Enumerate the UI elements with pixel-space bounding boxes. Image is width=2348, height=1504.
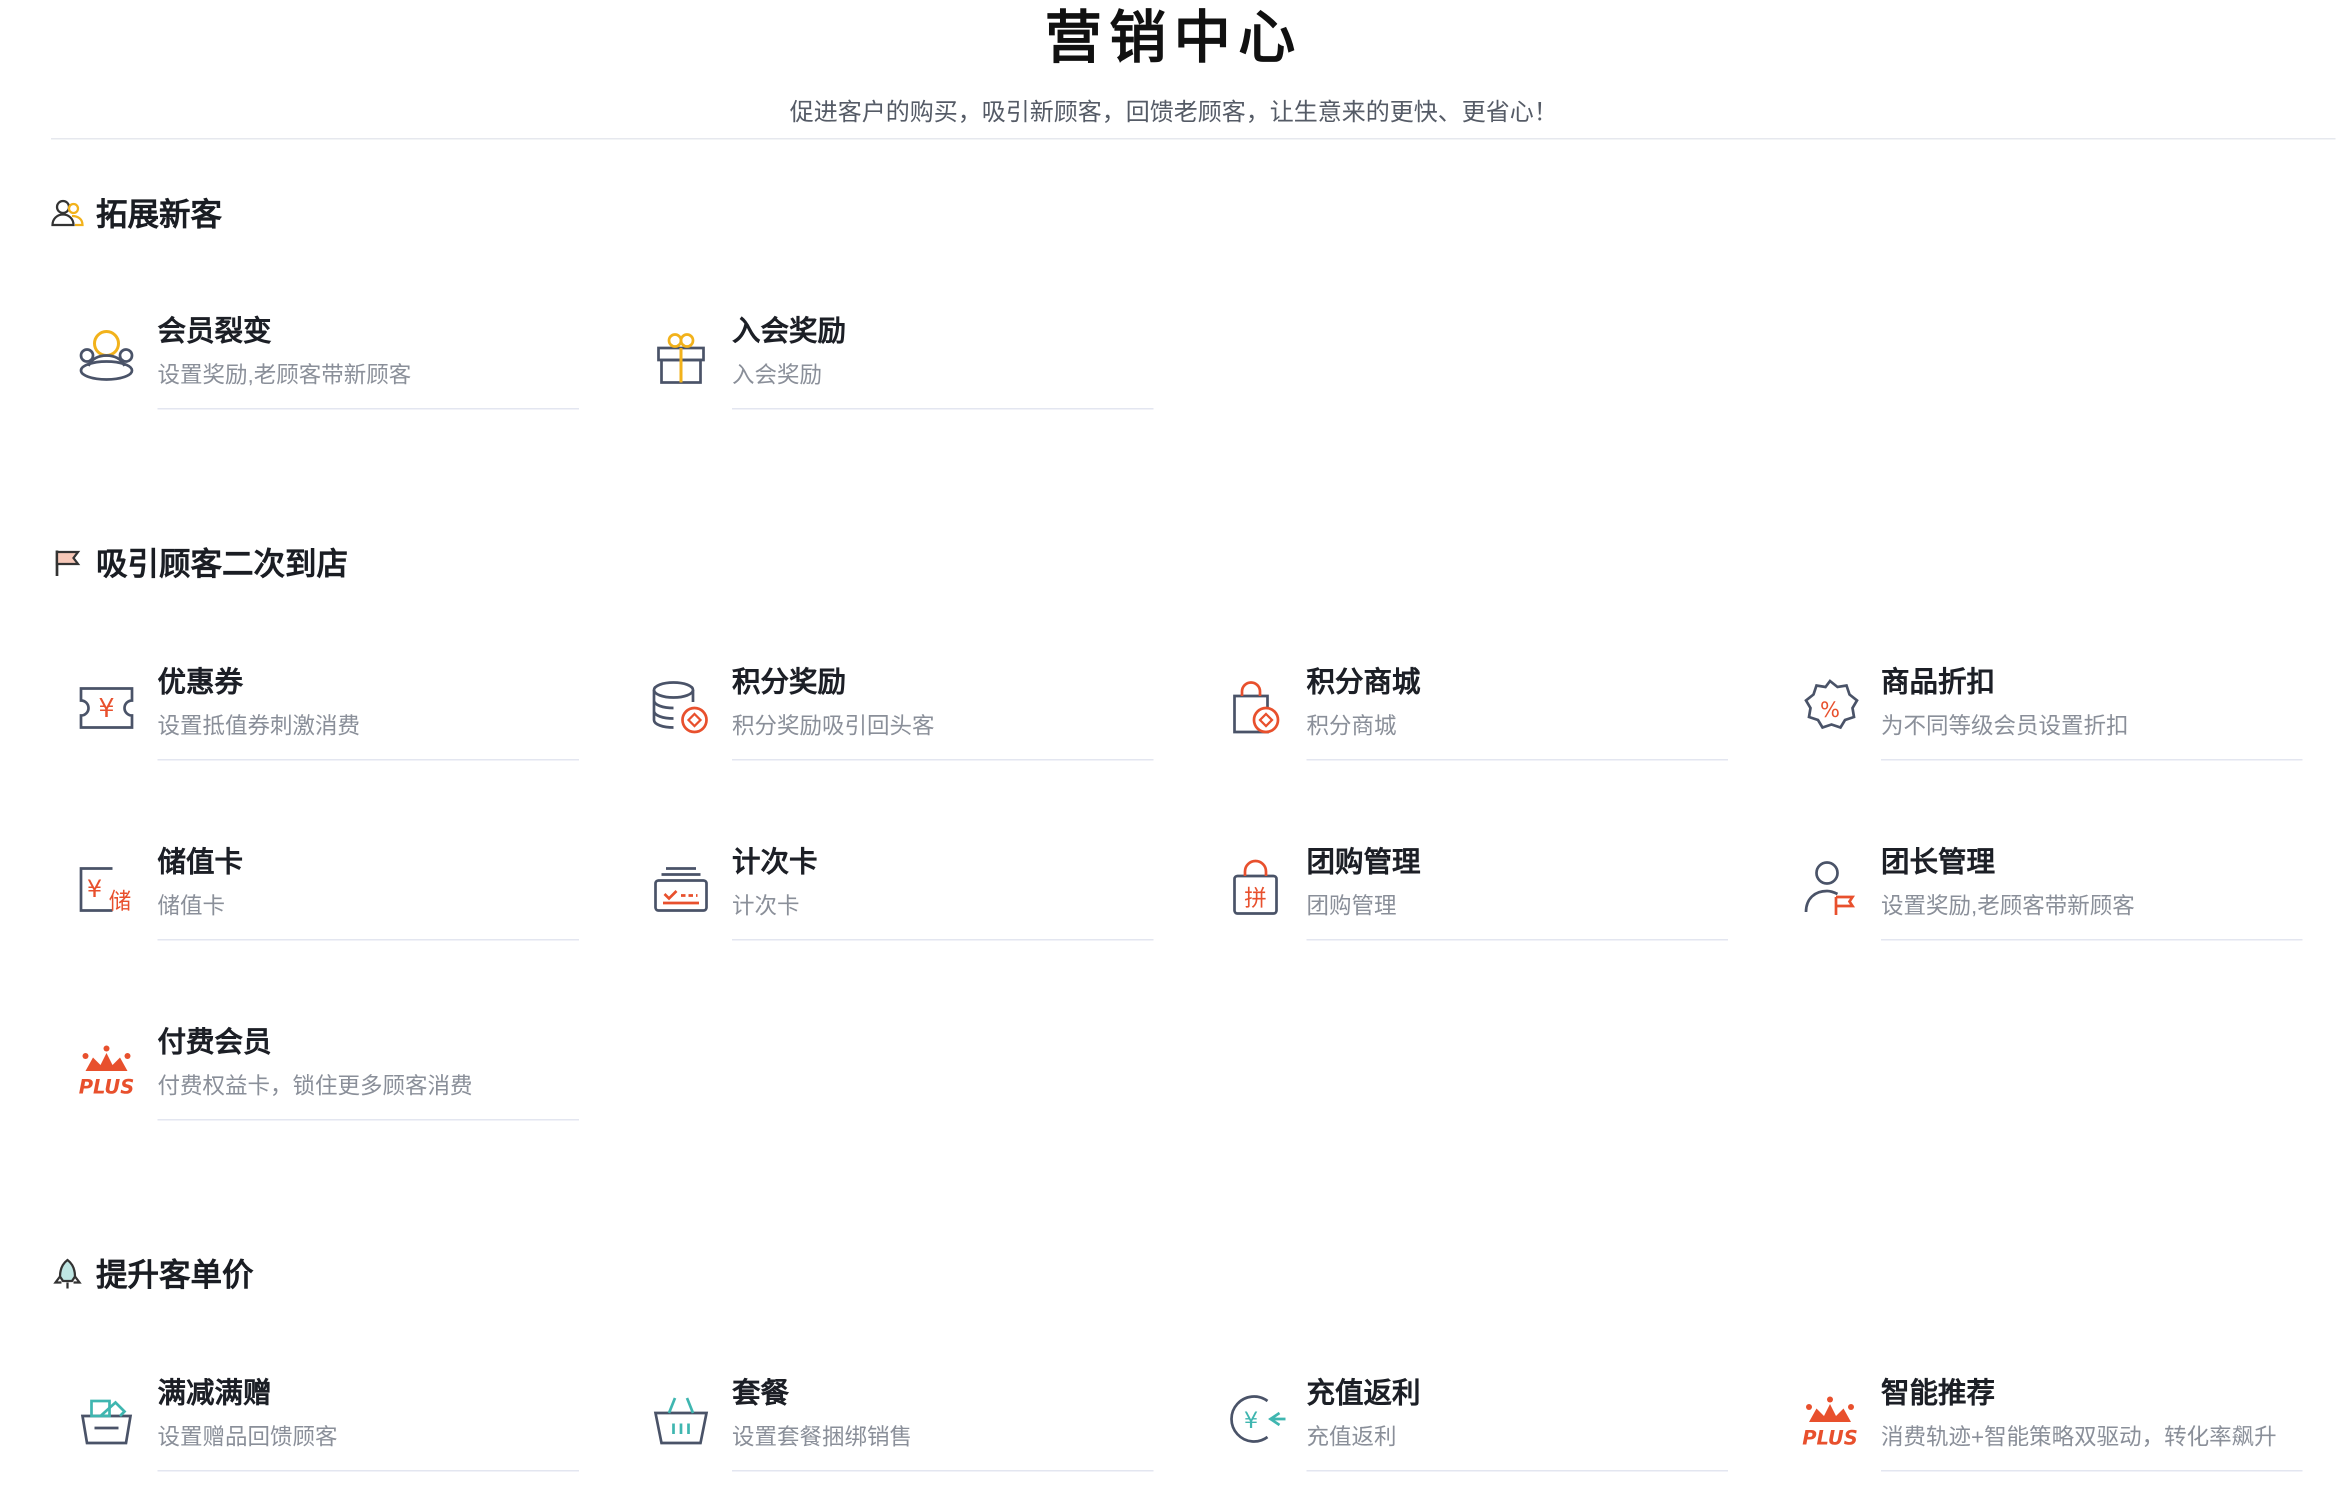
coupon-icon: ¥ — [74, 675, 140, 741]
coin-stack-icon — [648, 675, 714, 741]
card-title: 计次卡 — [732, 847, 818, 880]
member-fission-icon — [74, 324, 140, 390]
card-divider — [1306, 759, 1728, 761]
card-title: 会员裂变 — [157, 316, 272, 349]
card-title: 入会奖励 — [732, 316, 847, 349]
card-title: 商品折扣 — [1881, 667, 1996, 700]
svg-text:%: % — [1820, 698, 1840, 722]
card-description: 消费轨迹+智能策略双驱动，转化率飙升 — [1881, 1425, 2277, 1451]
users-icon — [51, 197, 84, 230]
card-description: 设置奖励,老顾客带新顾客 — [157, 363, 412, 389]
gift-icon — [648, 324, 714, 390]
card-points-reward[interactable]: 积分奖励 积分奖励吸引回头客 — [627, 654, 1154, 780]
card-product-discount[interactable]: % 商品折扣 为不同等级会员设置折扣 — [1776, 654, 2303, 780]
card-title: 付费会员 — [157, 1027, 272, 1060]
recharge-rebate-icon: ¥ — [1223, 1386, 1289, 1452]
svg-text:储: 储 — [109, 889, 132, 915]
rocket-icon — [51, 1257, 84, 1290]
card-description: 积分商城 — [1306, 714, 1397, 740]
card-title: 套餐 — [732, 1378, 790, 1411]
card-smart-recommend[interactable]: PLUS 智能推荐 消费轨迹+智能策略双驱动，转化率飙升 — [1776, 1365, 2303, 1491]
stored-value-card-icon: ¥ 储 — [74, 855, 140, 921]
card-title: 充值返利 — [1306, 1378, 1421, 1411]
marketing-center-page: 营销中心 促进客户的购买，吸引新顾客，回馈老顾客，让生意来的更快、更省心！ 拓展… — [0, 0, 2348, 1503]
card-description: 设置抵值券刺激消费 — [157, 714, 361, 740]
plus-badge-text: PLUS — [1802, 1427, 1858, 1450]
card-divider — [1306, 1470, 1728, 1472]
card-package[interactable]: 套餐 设置套餐捆绑销售 — [627, 1365, 1154, 1491]
card-title: 团购管理 — [1306, 847, 1421, 880]
card-divider — [157, 759, 579, 761]
card-description: 储值卡 — [157, 894, 226, 920]
section-title-expand-new: 拓展新客 — [51, 191, 222, 236]
page-subtitle: 促进客户的购买，吸引新顾客，回馈老顾客，让生意来的更快、更省心！ — [789, 100, 1558, 127]
plus-crown-icon: PLUS — [1797, 1386, 1863, 1452]
card-title: 积分奖励 — [732, 667, 847, 700]
card-title: 积分商城 — [1306, 667, 1421, 700]
basket-icon — [648, 1386, 714, 1452]
card-description: 为不同等级会员设置折扣 — [1881, 714, 2129, 740]
card-member-fission[interactable]: 会员裂变 设置奖励,老顾客带新顾客 — [53, 303, 579, 429]
punch-card-icon — [648, 855, 714, 921]
group-leader-icon — [1797, 855, 1863, 921]
card-divider — [732, 939, 1154, 941]
card-divider — [157, 1119, 579, 1121]
card-title: 满减满赠 — [157, 1378, 272, 1411]
card-group-buy[interactable]: 拼 团购管理 团购管理 — [1202, 834, 1728, 960]
card-divider — [157, 1470, 579, 1472]
card-divider — [1306, 939, 1728, 941]
discount-badge-icon: % — [1797, 675, 1863, 741]
card-description: 充值返利 — [1306, 1425, 1397, 1451]
svg-text:¥: ¥ — [1244, 1408, 1258, 1434]
svg-text:拼: 拼 — [1244, 886, 1267, 912]
section-title-label: 拓展新客 — [96, 198, 222, 233]
card-description: 设置赠品回馈顾客 — [157, 1425, 338, 1451]
section-title-label: 提升客单价 — [96, 1258, 254, 1294]
card-divider — [157, 408, 579, 410]
card-full-reduction-gift[interactable]: 满减满赠 设置赠品回馈顾客 — [53, 1365, 579, 1491]
section-title-label: 吸引顾客二次到店 — [96, 547, 348, 583]
card-stored-value[interactable]: ¥ 储 储值卡 储值卡 — [53, 834, 579, 960]
page-title: 营销中心 — [1044, 7, 1303, 71]
card-group-leader[interactable]: 团长管理 设置奖励,老顾客带新顾客 — [1776, 834, 2303, 960]
card-description: 付费权益卡，锁住更多顾客消费 — [157, 1074, 473, 1100]
card-title: 团长管理 — [1881, 847, 1996, 880]
card-paid-member[interactable]: PLUS 付费会员 付费权益卡，锁住更多顾客消费 — [53, 1014, 579, 1140]
svg-text:¥: ¥ — [87, 875, 102, 903]
section-title-return-visit: 吸引顾客二次到店 — [51, 540, 348, 585]
card-join-reward[interactable]: 入会奖励 入会奖励 — [627, 303, 1154, 429]
plus-crown-icon: PLUS — [74, 1035, 140, 1101]
card-title: 储值卡 — [157, 847, 244, 880]
card-divider — [1881, 1470, 2303, 1472]
plus-badge-text: PLUS — [79, 1076, 135, 1099]
flag-icon — [51, 546, 84, 579]
card-coupon[interactable]: ¥ 优惠券 设置抵值券刺激消费 — [53, 654, 579, 780]
card-divider — [157, 939, 579, 941]
card-divider — [732, 1470, 1154, 1472]
card-title: 智能推荐 — [1881, 1378, 1996, 1411]
section-title-increase-order-value: 提升客单价 — [51, 1251, 254, 1296]
card-points-mall[interactable]: 积分商城 积分商城 — [1202, 654, 1728, 780]
svg-text:¥: ¥ — [98, 694, 114, 724]
card-title: 优惠券 — [157, 667, 244, 700]
card-description: 设置套餐捆绑销售 — [732, 1425, 913, 1451]
card-divider — [732, 408, 1154, 410]
card-punch-card[interactable]: 计次卡 计次卡 — [627, 834, 1154, 960]
card-description: 积分奖励吸引回头客 — [732, 714, 935, 740]
card-description: 团购管理 — [1306, 894, 1397, 920]
card-recharge-rebate[interactable]: ¥ 充值返利 充值返利 — [1202, 1365, 1728, 1491]
group-buy-bag-icon: 拼 — [1223, 855, 1289, 921]
card-description: 设置奖励,老顾客带新顾客 — [1881, 894, 2135, 920]
card-description: 计次卡 — [732, 894, 800, 920]
card-divider — [1881, 939, 2303, 941]
basket-gift-icon — [74, 1386, 140, 1452]
header-divider — [51, 138, 2336, 140]
card-description: 入会奖励 — [732, 363, 823, 389]
card-divider — [732, 759, 1154, 761]
shopping-bag-icon — [1223, 675, 1289, 741]
card-divider — [1881, 759, 2303, 761]
